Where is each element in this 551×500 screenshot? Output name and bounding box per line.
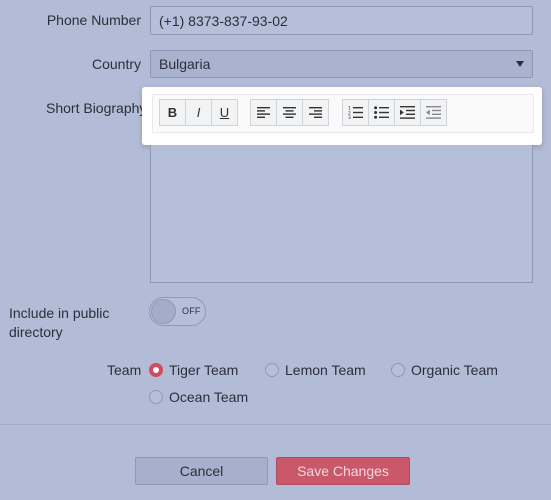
team-label: Team xyxy=(107,362,142,378)
radio-label: Lemon Team xyxy=(285,362,366,378)
phone-label: Phone Number xyxy=(46,12,141,28)
radio-label: Organic Team xyxy=(411,362,498,378)
phone-input[interactable]: (+1) 8373-837-93-02 xyxy=(150,6,533,35)
ordered-list-icon: 123 xyxy=(348,106,363,119)
list-group: 123 xyxy=(342,99,447,126)
underline-button[interactable]: U xyxy=(211,99,238,126)
toolbar-frame: B I U 123 xyxy=(152,94,534,133)
svg-text:3: 3 xyxy=(348,115,351,119)
rich-text-toolbar: B I U 123 xyxy=(142,87,542,145)
country-label: Country xyxy=(91,56,141,72)
radio-indicator xyxy=(391,363,405,377)
save-changes-button[interactable]: Save Changes xyxy=(276,457,410,485)
unordered-list-icon xyxy=(374,106,389,119)
phone-value: (+1) 8373-837-93-02 xyxy=(159,12,288,29)
footer-divider xyxy=(0,424,551,425)
align-left-button[interactable] xyxy=(250,99,277,126)
align-center-button[interactable] xyxy=(276,99,303,126)
bold-icon: B xyxy=(167,105,178,120)
ordered-list-button[interactable]: 123 xyxy=(342,99,369,126)
align-left-icon xyxy=(257,107,270,118)
align-center-icon xyxy=(283,107,296,118)
indent-icon xyxy=(400,106,415,119)
indent-button[interactable] xyxy=(394,99,421,126)
radio-indicator xyxy=(149,363,163,377)
align-group xyxy=(250,99,329,126)
public-directory-toggle[interactable]: OFF xyxy=(149,297,206,326)
unordered-list-button[interactable] xyxy=(368,99,395,126)
radio-label: Ocean Team xyxy=(169,389,249,405)
radio-indicator xyxy=(149,390,163,404)
radio-indicator xyxy=(265,363,279,377)
align-right-button[interactable] xyxy=(302,99,329,126)
toggle-knob xyxy=(151,299,176,324)
cancel-button[interactable]: Cancel xyxy=(135,457,268,485)
format-group: B I U xyxy=(159,99,238,126)
italic-button[interactable]: I xyxy=(185,99,212,126)
radio-lemon-team[interactable]: Lemon Team xyxy=(265,362,366,378)
outdent-button[interactable] xyxy=(420,99,447,126)
radio-label: Tiger Team xyxy=(169,362,239,378)
bold-button[interactable]: B xyxy=(159,99,186,126)
radio-organic-team[interactable]: Organic Team xyxy=(391,362,498,378)
align-right-icon xyxy=(309,107,322,118)
underline-icon: U xyxy=(219,105,230,120)
toggle-state-label: OFF xyxy=(182,306,201,316)
radio-tiger-team[interactable]: Tiger Team xyxy=(149,362,238,378)
radio-ocean-team[interactable]: Ocean Team xyxy=(149,389,248,405)
bio-editor[interactable] xyxy=(150,145,533,283)
public-directory-label: Include in public directory xyxy=(9,305,110,340)
bio-label: Short Biography xyxy=(46,100,147,116)
country-value: Bulgaria xyxy=(159,56,211,72)
dropdown-caret-icon xyxy=(516,61,524,67)
italic-icon: I xyxy=(196,105,201,120)
country-select[interactable]: Bulgaria xyxy=(150,50,533,78)
outdent-icon xyxy=(426,106,441,119)
